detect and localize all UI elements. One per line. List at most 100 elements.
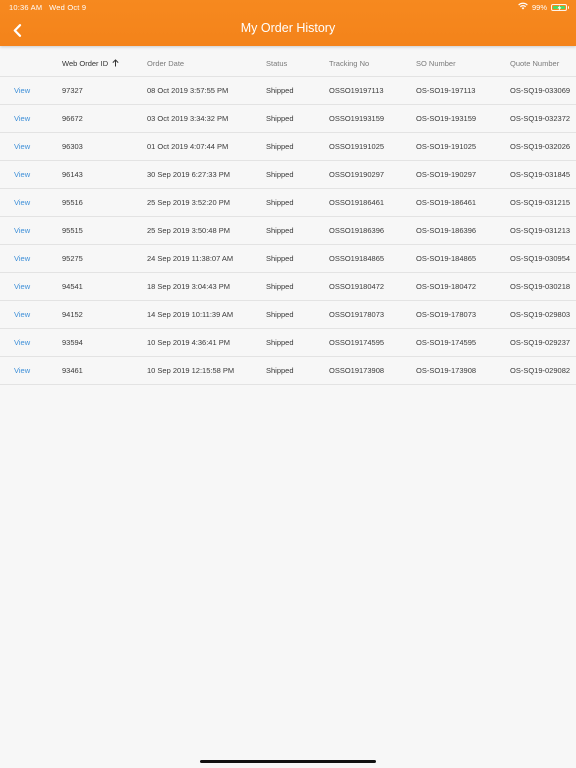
quote-number-cell: OS-SQ19-031845: [510, 170, 571, 179]
home-indicator[interactable]: [200, 760, 376, 763]
status-date-text: Wed Oct 9: [49, 3, 87, 12]
table-row[interactable]: View 96303 01 Oct 2019 4:07:44 PM Shipped OS…: [0, 132, 576, 160]
web-order-id-cell: 95275: [62, 254, 83, 263]
view-link[interactable]: View: [14, 77, 30, 104]
view-link[interactable]: View: [14, 357, 30, 384]
view-link[interactable]: View: [14, 329, 30, 356]
view-link[interactable]: View: [14, 161, 30, 188]
table-row[interactable]: View 96143 30 Sep 2019 6:27:33 PM Shipped OS…: [0, 160, 576, 188]
wifi-icon: [518, 2, 528, 12]
view-link[interactable]: View: [14, 105, 30, 132]
battery-percent: 99%: [531, 2, 547, 12]
table-row[interactable]: View 95515 25 Sep 2019 3:50:48 PM Shipped OS…: [0, 216, 576, 244]
view-link[interactable]: View: [14, 301, 30, 328]
so-number-cell: OS-SO19-190297: [416, 170, 477, 179]
so-number-cell: OS-SO19-178073: [416, 310, 477, 319]
column-header-so-number[interactable]: SO Number: [416, 50, 456, 76]
quote-number-cell: OS-SQ19-033069: [510, 86, 571, 95]
tracking-no-cell: OSSO19186461: [329, 198, 385, 207]
web-order-id-cell: 96672: [62, 114, 83, 123]
status-cell: Shipped: [266, 366, 294, 375]
quote-number-cell: OS-SQ19-032372: [510, 114, 571, 123]
so-number-cell: OS-SO19-186461: [416, 198, 477, 207]
quote-number-cell: OS-SQ19-030218: [510, 282, 571, 291]
web-order-id-cell: 96303: [62, 142, 83, 151]
status-cell: Shipped: [266, 338, 294, 347]
table-row[interactable]: View 93594 10 Sep 2019 4:36:41 PM Shipped OS…: [0, 328, 576, 356]
column-header-label: Web Order ID: [62, 58, 109, 68]
status-cell: Shipped: [266, 142, 294, 151]
view-link[interactable]: View: [14, 217, 30, 244]
column-header-web-order-id[interactable]: Web Order ID: [62, 50, 119, 76]
table-row[interactable]: View 93461 10 Sep 2019 12:15:58 PM Shipped O…: [0, 356, 576, 385]
charging-icon: [557, 4, 561, 11]
column-header-tracking-no[interactable]: Tracking No: [329, 50, 369, 76]
table-row[interactable]: View 94152 14 Sep 2019 10:11:39 AM Shipped O…: [0, 300, 576, 328]
table-row[interactable]: View 95516 25 Sep 2019 3:52:20 PM Shipped OS…: [0, 188, 576, 216]
order-date-cell: 08 Oct 2019 3:57:55 PM: [147, 86, 229, 95]
order-date-cell: 10 Sep 2019 4:36:41 PM: [147, 338, 230, 347]
quote-number-cell: OS-SQ19-030954: [510, 254, 571, 263]
web-order-id-cell: 95516: [62, 198, 83, 207]
web-order-id-cell: 96143: [62, 170, 83, 179]
so-number-cell: OS-SO19-174595: [416, 338, 477, 347]
tracking-no-cell: OSSO19197113: [329, 86, 384, 95]
status-indicators: 99%: [518, 2, 569, 12]
tracking-no-cell: OSSO19193159: [329, 114, 385, 123]
table-header: Web Order ID Order Date Status Tracking …: [0, 50, 576, 76]
status-cell: Shipped: [266, 282, 294, 291]
web-order-id-cell: 95515: [62, 226, 83, 235]
status-cell: Shipped: [266, 254, 294, 263]
tracking-no-cell: OSSO19173908: [329, 366, 385, 375]
status-time: 10:36 AM Wed Oct 9: [9, 3, 86, 12]
so-number-cell: OS-SO19-193159: [416, 114, 477, 123]
table-row[interactable]: View 96672 03 Oct 2019 3:34:32 PM Shipped OS…: [0, 104, 576, 132]
quote-number-cell: OS-SQ19-031215: [510, 198, 571, 207]
column-header-quote-number[interactable]: Quote Number: [510, 50, 559, 76]
so-number-cell: OS-SO19-180472: [416, 282, 477, 291]
view-link[interactable]: View: [14, 245, 30, 272]
table-row[interactable]: View 97327 08 Oct 2019 3:57:55 PM Shipped OS…: [0, 76, 576, 104]
navigation-bar: 10:36 AM Wed Oct 9 99% My Order History: [0, 0, 576, 46]
order-date-cell: 24 Sep 2019 11:38:07 AM: [147, 254, 234, 263]
order-date-cell: 25 Sep 2019 3:52:20 PM: [147, 198, 230, 207]
column-header-status[interactable]: Status: [266, 50, 287, 76]
order-date-cell: 14 Sep 2019 10:11:39 AM: [147, 310, 234, 319]
status-cell: Shipped: [266, 310, 294, 319]
order-date-cell: 25 Sep 2019 3:50:48 PM: [147, 226, 230, 235]
view-link[interactable]: View: [14, 273, 30, 300]
so-number-cell: OS-SO19-184865: [416, 254, 477, 263]
so-number-cell: OS-SO19-191025: [416, 142, 477, 151]
order-date-cell: 01 Oct 2019 4:07:44 PM: [147, 142, 229, 151]
tracking-no-cell: OSSO19180472: [329, 282, 385, 291]
web-order-id-cell: 97327: [62, 86, 83, 95]
table-body: View 97327 08 Oct 2019 3:57:55 PM Shipped OS…: [0, 76, 576, 385]
quote-number-cell: OS-SQ19-029803: [510, 310, 571, 319]
tracking-no-cell: OSSO19191025: [329, 142, 385, 151]
order-date-cell: 18 Sep 2019 3:04:43 PM: [147, 282, 230, 291]
order-date-cell: 03 Oct 2019 3:34:32 PM: [147, 114, 229, 123]
web-order-id-cell: 93594: [62, 338, 83, 347]
status-cell: Shipped: [266, 86, 294, 95]
column-header-order-date[interactable]: Order Date: [147, 50, 184, 76]
quote-number-cell: OS-SQ19-029082: [510, 366, 571, 375]
status-cell: Shipped: [266, 170, 294, 179]
page-title: My Order History: [240, 21, 336, 35]
so-number-cell: OS-SO19-186396: [416, 226, 477, 235]
order-history-table: Web Order ID Order Date Status Tracking …: [0, 50, 576, 385]
view-link[interactable]: View: [14, 133, 30, 160]
tracking-no-cell: OSSO19184865: [329, 254, 385, 263]
quote-number-cell: OS-SQ19-031213: [510, 226, 571, 235]
status-cell: Shipped: [266, 226, 294, 235]
quote-number-cell: OS-SQ19-032026: [510, 142, 571, 151]
order-date-cell: 10 Sep 2019 12:15:58 PM: [147, 366, 235, 375]
web-order-id-cell: 94152: [62, 310, 83, 319]
status-time-text: 10:36 AM: [9, 3, 43, 12]
battery-icon: [551, 3, 569, 11]
tracking-no-cell: OSSO19190297: [329, 170, 385, 179]
web-order-id-cell: 94541: [62, 282, 83, 291]
table-row[interactable]: View 95275 24 Sep 2019 11:38:07 AM Shipped O…: [0, 244, 576, 272]
table-row[interactable]: View 94541 18 Sep 2019 3:04:43 PM Shipped OS…: [0, 272, 576, 300]
status-cell: Shipped: [266, 198, 294, 207]
view-link[interactable]: View: [14, 189, 30, 216]
